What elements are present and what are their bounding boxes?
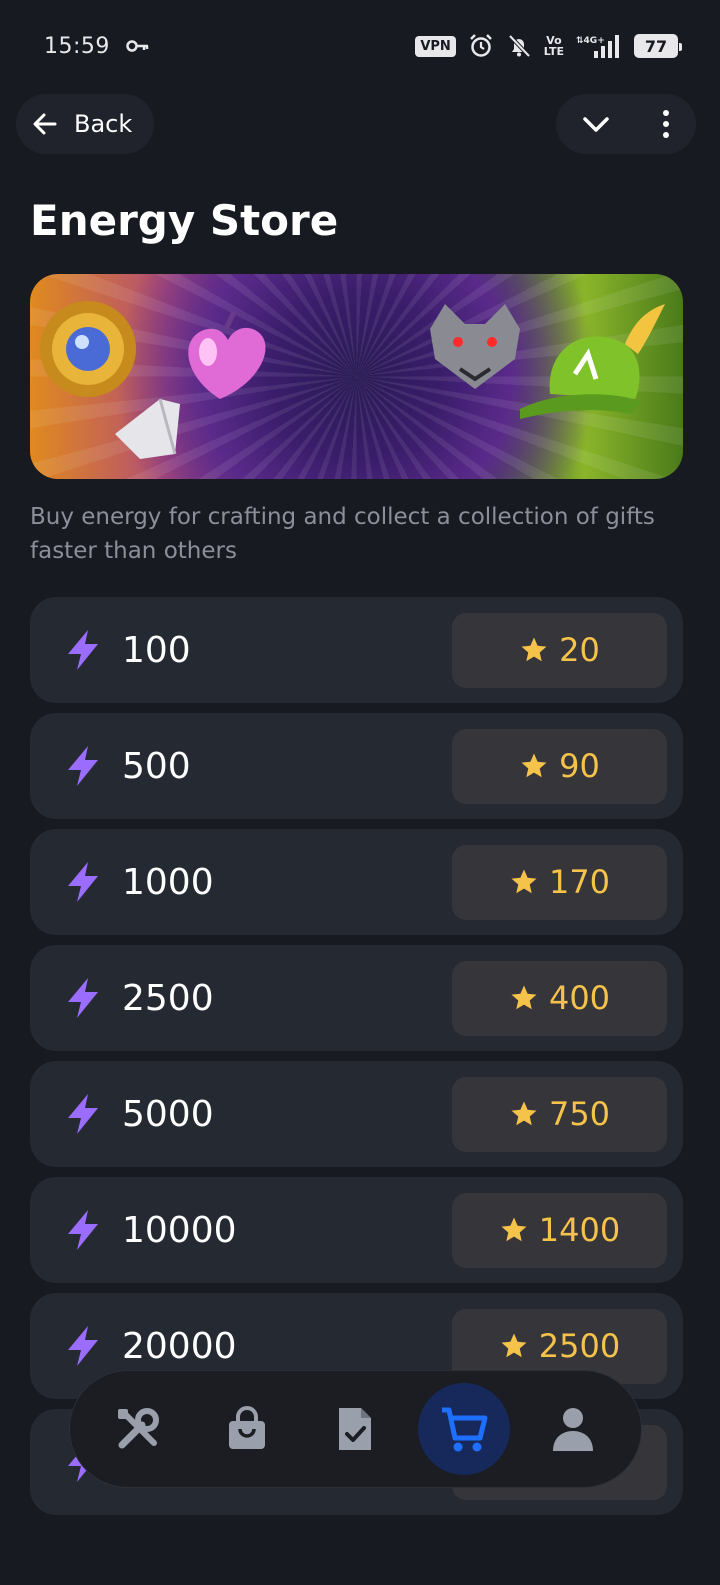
energy-pack-row: 10000 1400	[30, 1177, 683, 1283]
winged-cap-icon	[520, 304, 665, 419]
buy-button[interactable]: 1400	[452, 1192, 667, 1268]
nav-shop[interactable]	[201, 1383, 293, 1475]
lightning-icon	[68, 630, 98, 670]
energy-pack-row: 5000 750	[30, 1061, 683, 1167]
key-icon	[126, 40, 149, 52]
muted-bell-icon	[508, 34, 531, 58]
energy-pack-row: 100 20	[30, 597, 683, 703]
star-icon	[521, 637, 547, 662]
lightning-icon	[68, 1094, 98, 1134]
star-icon	[511, 985, 537, 1010]
price-value: 90	[559, 747, 600, 785]
back-button[interactable]: Back	[16, 94, 155, 154]
lightning-icon	[68, 1326, 98, 1366]
energy-amount: 500	[122, 745, 191, 787]
energy-amount: 20000	[122, 1325, 237, 1367]
price-value: 1400	[538, 1211, 621, 1249]
status-time: 15:59	[44, 33, 110, 59]
buy-button[interactable]: 750	[452, 1076, 667, 1152]
star-icon	[511, 869, 537, 894]
page-title: Energy Store	[30, 196, 339, 245]
star-icon	[521, 753, 547, 778]
more-vertical-icon[interactable]	[660, 108, 672, 140]
svg-text:⇅4G+: ⇅4G+	[576, 36, 605, 46]
buy-button[interactable]: 400	[452, 960, 667, 1036]
energy-pack-row: 500 90	[30, 713, 683, 819]
store-description: Buy energy for crafting and collect a co…	[30, 504, 655, 564]
chevron-down-icon[interactable]	[580, 108, 612, 140]
lightning-icon	[68, 1210, 98, 1250]
profile-icon	[552, 1408, 593, 1451]
alarm-icon	[469, 34, 492, 57]
energy-amount: 2500	[122, 977, 214, 1019]
volte-indicator: Vo LTE	[543, 34, 564, 58]
star-icon	[501, 1217, 527, 1242]
energy-pack-row: 1000 170	[30, 829, 683, 935]
nav-profile[interactable]	[527, 1383, 619, 1475]
status-bar: 15:59 VPN Vo LTE ⇅4G+ 77	[0, 0, 720, 92]
banner-art	[40, 301, 665, 459]
buy-button[interactable]: 170	[452, 844, 667, 920]
energy-amount: 10000	[122, 1209, 237, 1251]
bottom-nav	[69, 1370, 642, 1488]
price-value: 20	[559, 631, 600, 669]
apple-heart-icon	[188, 310, 266, 399]
buy-button[interactable]: 20	[452, 612, 667, 688]
signal-icon: ⇅4G+	[576, 35, 619, 58]
price-value: 2500	[538, 1327, 621, 1365]
price-value: 750	[548, 1095, 611, 1133]
star-icon	[511, 1101, 537, 1126]
arrow-left-icon	[33, 113, 57, 135]
vpn-badge: VPN	[415, 35, 456, 57]
lightning-icon	[68, 978, 98, 1018]
energy-pack-row: 2500 400	[30, 945, 683, 1051]
document-check-icon	[339, 1408, 372, 1450]
energy-amount: 1000	[122, 861, 214, 903]
energy-amount: 5000	[122, 1093, 214, 1135]
amulet-icon	[40, 301, 136, 397]
energy-amount: 100	[122, 629, 191, 671]
lightning-icon	[68, 746, 98, 786]
battery-indicator: 77	[634, 34, 682, 58]
price-value: 400	[548, 979, 611, 1017]
buy-button[interactable]: 90	[452, 728, 667, 804]
back-label: Back	[74, 110, 133, 138]
wolf-medallion-icon	[430, 304, 520, 389]
promo-banner	[30, 274, 683, 479]
cart-icon	[442, 1407, 488, 1452]
lightning-icon	[68, 862, 98, 902]
shopping-bag-icon	[228, 1406, 265, 1449]
nav-tasks[interactable]	[309, 1383, 401, 1475]
battery-level: 77	[644, 36, 668, 56]
tools-icon	[118, 1408, 160, 1449]
nav-store[interactable]	[418, 1383, 511, 1475]
star-icon	[501, 1333, 527, 1358]
price-value: 170	[548, 863, 611, 901]
napkin-icon	[115, 398, 180, 459]
top-actions	[556, 94, 696, 154]
nav-tools[interactable]	[92, 1383, 184, 1475]
